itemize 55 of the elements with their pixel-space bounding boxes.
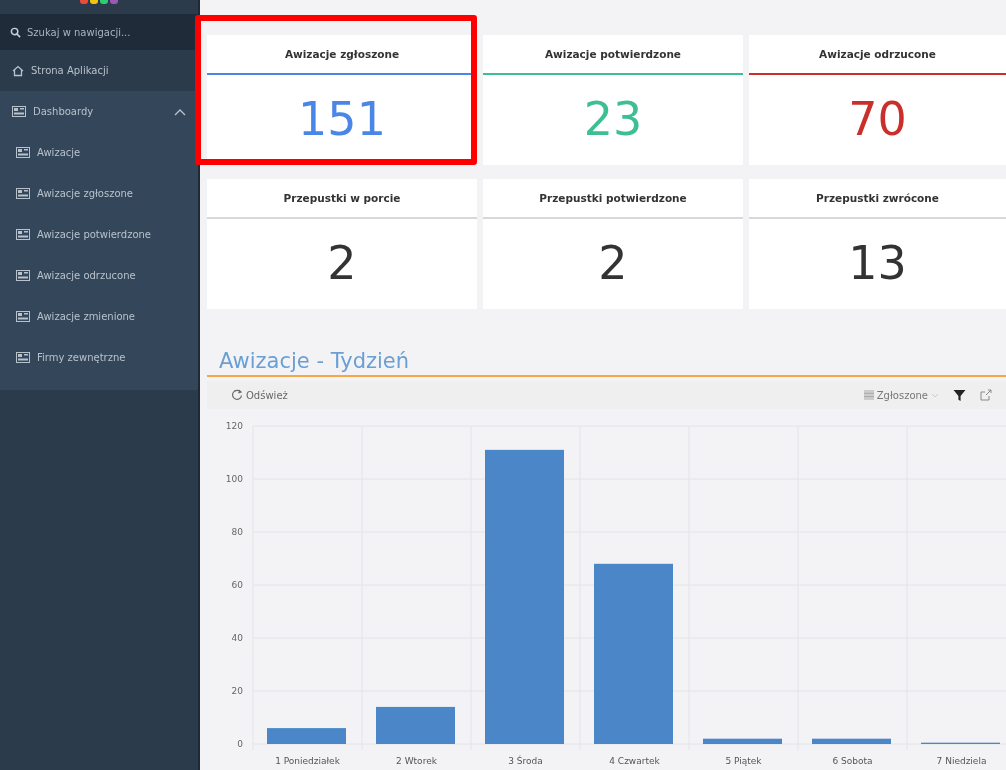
- search-icon: [10, 26, 21, 38]
- card-value: 13: [847, 235, 908, 292]
- refresh-icon: [231, 389, 243, 401]
- section-title: Awizacje - Tydzień: [207, 349, 1006, 377]
- y-axis-label: 20: [231, 686, 243, 696]
- nav-item[interactable]: Awizacje potwierdzone: [0, 214, 198, 255]
- y-axis-label: 120: [225, 421, 243, 431]
- filter-icon[interactable]: [953, 388, 966, 402]
- dashboard-icon: [16, 229, 30, 240]
- card-title: Awizacje potwierdzone: [483, 35, 743, 75]
- card-value: 23: [582, 91, 644, 148]
- dashboard-icon: [16, 147, 30, 158]
- y-axis-label: 80: [231, 527, 243, 537]
- card-title: Przepustki zwrócone: [749, 179, 1006, 219]
- x-axis-label: 2 Wtorek: [396, 756, 437, 766]
- card-title: Przepustki potwierdzone: [483, 179, 743, 219]
- card-value: 151: [297, 91, 387, 148]
- logo-icon: [80, 0, 118, 4]
- dashboard-icon: [16, 352, 30, 363]
- nav-item[interactable]: Awizacje zmienione: [0, 296, 198, 337]
- dashboard-icon: [12, 106, 26, 117]
- y-axis-label: 0: [237, 739, 243, 749]
- search-field[interactable]: Szukaj w nawigacji...: [0, 14, 198, 50]
- nav-item[interactable]: Awizacje zgłoszone: [0, 173, 198, 214]
- nav-group[interactable]: Dashboardy: [0, 91, 198, 132]
- card-title: Awizacje odrzucone: [749, 35, 1006, 75]
- x-axis-label: 1 Poniedziałek: [275, 756, 340, 766]
- nav-item[interactable]: Strona Aplikacji: [0, 50, 198, 91]
- search-input[interactable]: Szukaj w nawigacji...: [27, 17, 187, 47]
- x-axis-label: 5 Piątek: [725, 756, 762, 766]
- y-axis-label: 40: [231, 633, 243, 643]
- series-dropdown[interactable]: Zgłoszone: [863, 389, 939, 401]
- dashboard-icon: [16, 311, 30, 322]
- dashboard-icon: [16, 270, 30, 281]
- y-axis-label: 60: [231, 580, 243, 590]
- x-axis-label: 4 Czwartek: [609, 756, 660, 766]
- card-title: Awizacje zgłoszone: [207, 35, 477, 75]
- card-value: 70: [847, 91, 908, 148]
- refresh-button[interactable]: Odśwież: [231, 389, 288, 401]
- caret-icon: [931, 392, 939, 398]
- nav-item[interactable]: Awizacje: [0, 132, 198, 173]
- nav-item[interactable]: Awizacje odrzucone: [0, 255, 198, 296]
- export-icon[interactable]: [980, 389, 992, 401]
- home-icon: [12, 64, 24, 77]
- card-value: 2: [326, 235, 358, 292]
- x-axis-label: 7 Niedziela: [936, 756, 987, 766]
- card-title: Przepustki w porcie: [207, 179, 477, 219]
- y-axis-label: 100: [225, 474, 243, 484]
- nav-item[interactable]: Firmy zewnętrzne: [0, 337, 198, 378]
- x-axis-label: 6 Sobota: [832, 756, 873, 766]
- chevron-icon[interactable]: [174, 107, 186, 116]
- card-value: 2: [597, 235, 629, 292]
- x-axis-label: 3 Środa: [508, 756, 543, 766]
- grid-icon: [863, 390, 874, 400]
- dashboard-icon: [16, 188, 30, 199]
